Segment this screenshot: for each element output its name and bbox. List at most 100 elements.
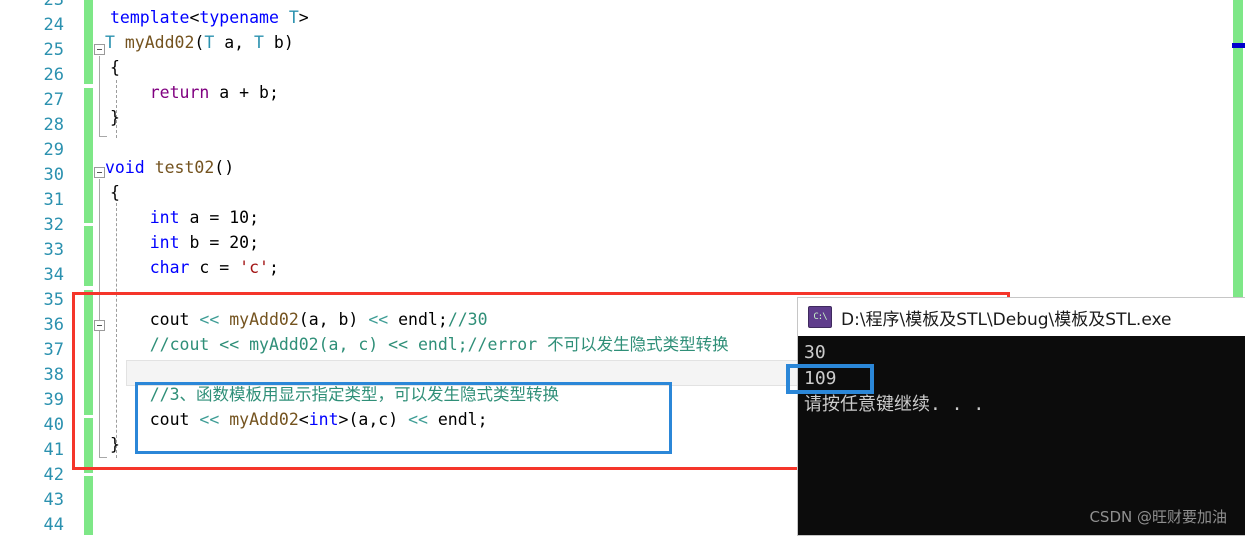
code-token: a = 10; (179, 208, 260, 227)
code-token: myAdd02 (124, 33, 195, 52)
change-bar (84, 418, 93, 473)
code-token: ; (437, 310, 448, 329)
console-title-bar[interactable]: C:\ D:\程序\模板及STL\Debug\模板及STL.exe (798, 298, 1245, 336)
line-number: 27 (43, 90, 64, 110)
line-number: 32 (43, 215, 64, 235)
line-number: 38 (43, 365, 64, 385)
change-bar (84, 476, 93, 535)
line-number: 42 (43, 465, 64, 485)
code-line-40[interactable]: cout << myAdd02<int>(a,c) << endl; (110, 407, 488, 432)
change-bar (84, 88, 93, 223)
console-output-line: 109 (804, 368, 837, 389)
line-number: 44 (43, 515, 64, 535)
code-token: (a,c) (348, 410, 409, 429)
line-number: 35 (43, 290, 64, 310)
console-window[interactable]: C:\ D:\程序\模板及STL\Debug\模板及STL.exe 30 109… (798, 298, 1245, 535)
code-token: void (105, 158, 145, 177)
console-output-line: 请按任意键继续. . . (804, 394, 985, 415)
code-token: << (408, 410, 428, 429)
code-line-36[interactable]: cout << myAdd02(a, b) << endl;//30 (110, 307, 488, 332)
code-line-24[interactable]: template<typename T> (110, 5, 309, 30)
scrollbar-bookmark-marker (1232, 43, 1245, 48)
code-token: << (199, 410, 220, 429)
line-number: 25 (43, 40, 64, 60)
console-title-text: D:\程序\模板及STL\Debug\模板及STL.exe (841, 309, 1172, 330)
line-number: 40 (43, 415, 64, 435)
code-line-34[interactable]: char c = 'c'; (110, 255, 279, 280)
code-line-33[interactable]: int b = 20; (110, 230, 259, 255)
line-number: 34 (43, 265, 64, 285)
code-token: myAdd02 (229, 310, 299, 329)
code-token: << (368, 310, 389, 329)
code-token: << (199, 310, 220, 329)
line-number: 28 (43, 115, 64, 135)
code-token: //3、函数模板用显示指定类型，可以发生隐式类型转换 (110, 385, 560, 404)
fold-toggle-inner[interactable] (94, 320, 105, 331)
code-line-27[interactable]: return a + b; (110, 80, 279, 105)
line-number: 39 (43, 390, 64, 410)
code-token: T (288, 8, 299, 27)
code-token: //30 (447, 310, 488, 329)
code-token: ( (194, 33, 205, 52)
code-token: < (189, 8, 200, 27)
code-token: return (149, 83, 210, 102)
code-token: T (204, 33, 215, 52)
code-line-26[interactable]: { (110, 55, 120, 80)
code-line-30[interactable]: void test02() (105, 155, 234, 180)
code-line-39[interactable]: //3、函数模板用显示指定类型，可以发生隐式类型转换 (110, 382, 559, 407)
code-token: > (338, 410, 349, 429)
change-bar (84, 0, 93, 84)
code-token: ; (268, 258, 279, 277)
code-token: > (298, 8, 309, 27)
code-token: c = (189, 258, 240, 277)
code-line-28[interactable]: } (110, 105, 120, 130)
line-number: 31 (43, 190, 64, 210)
line-number: 43 (43, 490, 64, 510)
line-number: 41 (43, 440, 64, 460)
fold-toggle-myadd02[interactable] (94, 44, 105, 55)
code-token: b) (263, 33, 294, 52)
fold-toggle-test02[interactable] (94, 167, 105, 178)
code-token: } (110, 108, 120, 127)
code-token: T (105, 33, 115, 52)
code-line-31[interactable]: { (110, 180, 120, 205)
code-token: cout (110, 310, 200, 329)
watermark: CSDN @旺财要加油 (1089, 508, 1227, 526)
code-line-32[interactable]: int a = 10; (110, 205, 259, 230)
line-number: 26 (43, 65, 64, 85)
code-token: template (110, 8, 190, 27)
code-token: 'c' (239, 258, 269, 277)
code-token: int (149, 233, 180, 252)
line-number: 29 (43, 140, 64, 160)
code-token: a, (214, 33, 255, 52)
code-token: int (149, 208, 180, 227)
code-token: endl; (427, 410, 488, 429)
line-number: 37 (43, 340, 64, 360)
code-token: () (214, 158, 235, 177)
line-number: 24 (43, 15, 64, 35)
code-line-37[interactable]: //cout << myAdd02(a, c) << endl;//error … (110, 332, 729, 357)
code-token: myAdd02 (229, 410, 299, 429)
code-token: //cout << myAdd02(a, c) << endl;//error … (110, 335, 729, 354)
change-bar (84, 226, 93, 286)
code-token: } (110, 435, 120, 454)
code-line-41[interactable]: } (110, 432, 120, 457)
code-token: T (254, 33, 264, 52)
code-token: typename (199, 8, 279, 27)
code-token: int (308, 410, 339, 429)
code-token: { (110, 58, 120, 77)
code-token: endl (398, 310, 438, 329)
line-number: 33 (43, 240, 64, 260)
code-token: cout (110, 410, 200, 429)
fold-range-line (99, 179, 107, 458)
console-icon: C:\ (808, 306, 832, 328)
code-line-25[interactable]: T myAdd02(T a, T b) (105, 30, 294, 55)
